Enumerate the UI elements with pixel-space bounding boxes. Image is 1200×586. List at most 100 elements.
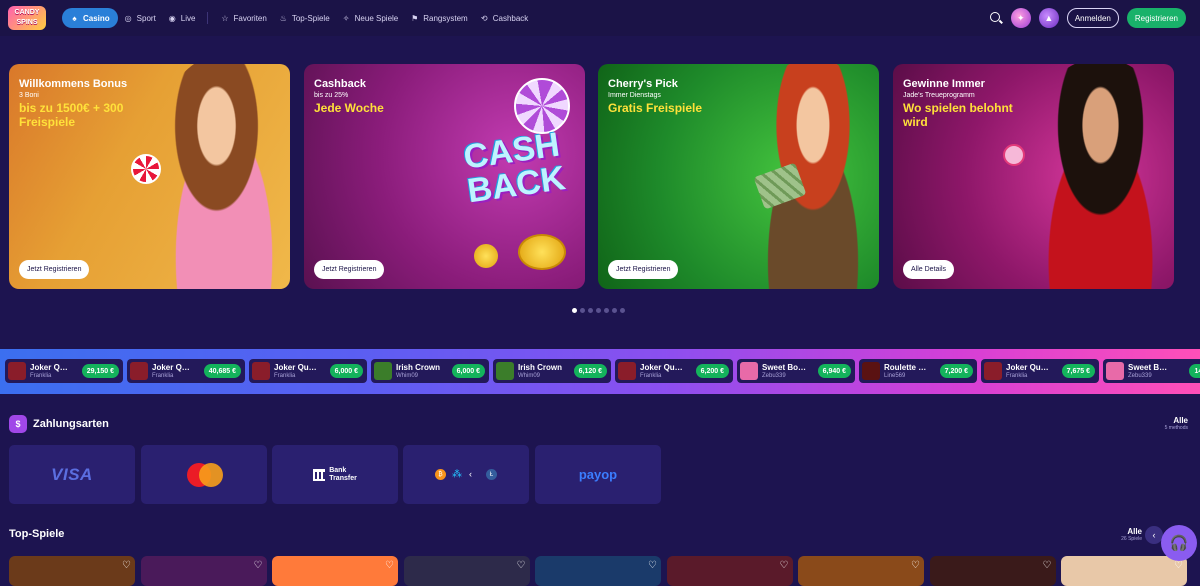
win-card[interactable]: Joker Q… Franklia 29,150 € [5,359,123,383]
nav-sport[interactable]: ◎ Sport [118,8,162,28]
payment-visa[interactable]: VISA [9,445,135,504]
heart-icon[interactable]: ♡ [517,560,526,571]
candy-spins-logo[interactable]: CANDY SPINS [8,6,46,30]
section-title: Top-Spiele [9,528,65,540]
game-tile[interactable]: ♡ [1061,556,1187,586]
win-game-name: Joker Q… [152,362,190,372]
game-tile[interactable]: ♡ [9,556,135,586]
payment-bank-transfer[interactable]: Bank Transfer [272,445,398,504]
win-game-name: Irish Crown [396,362,440,372]
cta-register-button[interactable]: Jetzt Registrieren [608,260,679,279]
win-card[interactable]: Irish Crown Whim09 6,120 € [493,359,611,383]
search-icon[interactable] [989,11,1003,25]
win-card[interactable]: Joker Qu… Franklia 6,200 € [615,359,733,383]
win-info: Sweet Bo… Zebu339 [762,363,806,380]
cta-details-button[interactable]: Alle Details [903,260,955,279]
heart-icon[interactable]: ♡ [648,560,657,571]
win-amount: 6,200 € [695,364,729,378]
coin-icon [474,244,498,268]
win-username: Line569 [884,372,906,379]
win-info: Joker Q… Franklia [152,363,196,380]
nav-top-spiele[interactable]: ♨ Top-Spiele [273,8,336,28]
all-label: Alle [1127,527,1142,536]
carousel-dot[interactable] [572,308,577,313]
banner-text: Gewinne Immer Jade's Treueprogramm Wo sp… [903,78,1023,129]
win-card[interactable]: Sweet Bo… Zebu339 6,940 € [737,359,855,383]
win-amount: 7,200 € [939,364,973,378]
nav-cashback[interactable]: ⟲ Cashback [474,8,535,28]
carousel-dot[interactable] [604,308,609,313]
win-card[interactable]: Joker Q… Franklia 40,685 € [127,359,245,383]
win-card[interactable]: Joker Qu… Franklia 7,675 € [981,359,1099,383]
live-icon: ◉ [168,13,176,23]
nav-label: Live [180,13,196,23]
heart-icon[interactable]: ♡ [1043,560,1052,571]
carousel-dot[interactable] [612,308,617,313]
rank-icon: ⚑ [411,13,419,23]
payment-mastercard[interactable] [141,445,267,504]
win-amount: 6,000 € [451,364,485,378]
banner-cashback[interactable]: Cashback bis zu 25% Jede Woche CASH BACK… [304,64,585,289]
nav-casino[interactable]: ♠ Casino [62,8,118,28]
heart-icon[interactable]: ♡ [122,560,131,571]
register-button[interactable]: Registrieren [1126,8,1186,28]
win-card[interactable]: Roulette … Line569 7,200 € [859,359,977,383]
game-tile[interactable]: ♡ [535,556,661,586]
bitcoin-icon: ₿ [435,469,446,480]
login-button[interactable]: Anmelden [1066,8,1119,28]
banner-welcome-bonus[interactable]: Willkommens Bonus 3 Boni bis zu 1500€ + … [9,64,290,289]
win-card[interactable]: Irish Crown Whim09 6,000 € [371,359,489,383]
game-thumbnail [252,362,270,380]
nav-rangsystem[interactable]: ⚑ Rangsystem [404,8,473,28]
banner-subtitle: Immer Dienstags [608,92,661,99]
nav-live[interactable]: ◉ Live [162,8,202,28]
win-card[interactable]: Joker Qu… Franklia 6,000 € [249,359,367,383]
game-tile[interactable]: ♡ [929,556,1056,586]
bank-label-line2: Transfer [329,474,357,482]
heart-icon[interactable]: ♡ [911,560,920,571]
win-game-name: Joker Qu… [1006,362,1049,372]
nav-divider [207,12,209,24]
game-tile[interactable]: ♡ [798,556,924,586]
banner-highlight: Wo spielen belohnt wird [903,101,1013,129]
payment-crypto[interactable]: ₿ ⁂ ‹ Ł [403,445,529,504]
win-username: Franklia [30,372,52,379]
candy-swirl-icon [514,78,570,134]
heart-icon[interactable]: ♡ [780,560,789,571]
win-info: Joker Qu… Franklia [640,363,684,380]
gift-icon[interactable]: ✦ [1010,8,1031,28]
heart-icon[interactable]: ♡ [254,560,263,571]
win-game-name: Joker Qu… [274,362,317,372]
carousel-dot[interactable] [620,308,625,313]
banner-gewinne-immer[interactable]: Gewinne Immer Jade's Treueprogramm Wo sp… [893,64,1174,289]
cta-register-button[interactable]: Jetzt Registrieren [19,260,90,279]
game-tile[interactable]: ♡ [140,556,267,586]
carousel-dot[interactable] [580,308,585,313]
banner-cherrys-pick[interactable]: Cherry's Pick Immer Dienstags Gratis Fre… [598,64,879,289]
win-amount: 40,685 € [203,364,241,378]
top-games-all-link[interactable]: Alle 26 Spiele [1104,527,1142,542]
win-card[interactable]: Sweet B…Zebu339 14,70 [1103,359,1200,383]
spade-icon: ♠ [72,13,77,23]
payment-payop[interactable]: payop [535,445,661,504]
rocket-icon[interactable]: ▲ [1038,8,1059,28]
nav-favoriten[interactable]: ☆ Favoriten [214,8,272,28]
win-username: Zebu339 [762,372,786,379]
game-tile[interactable]: ♡ [403,556,530,586]
win-info: Irish Crown Whim09 [396,363,440,380]
win-amount: 7,675 € [1061,364,1095,378]
win-username: Franklia [1006,372,1028,379]
nav-neue-spiele[interactable]: ✧ Neue Spiele [336,8,405,28]
game-tile[interactable]: ♡ [272,556,398,586]
carousel-dot[interactable] [596,308,601,313]
carousel-dot[interactable] [588,308,593,313]
payments-all-link[interactable]: Alle 5 methods [1150,416,1188,431]
ball-icon: ◎ [124,13,132,23]
model-illustration [149,64,290,289]
game-tile[interactable]: ♡ [666,556,793,586]
cta-register-button[interactable]: Jetzt Registrieren [314,260,385,279]
headset-icon[interactable]: 🎧 [1161,525,1197,561]
bank-label-line1: Bank [329,466,347,474]
heart-icon[interactable]: ♡ [1174,560,1183,571]
heart-icon[interactable]: ♡ [385,560,394,571]
